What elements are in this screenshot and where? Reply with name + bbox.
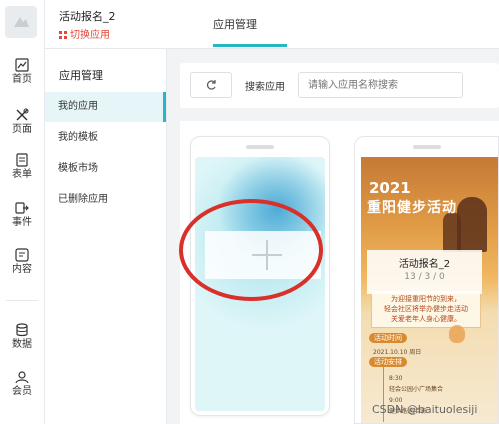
- nav-item-my-apps[interactable]: 我的应用: [45, 92, 166, 122]
- rail-label-content: 内容: [12, 264, 32, 275]
- step1-time: 8:30: [389, 375, 403, 382]
- time-pill: 活动时间: [369, 333, 407, 343]
- phone-notch: [246, 145, 274, 149]
- rail-item-forms[interactable]: 表单: [0, 153, 44, 181]
- rail-label-events: 事件: [12, 217, 32, 228]
- balloon-icon: [449, 325, 465, 343]
- event-date: 2021.10.10 周日: [373, 349, 422, 356]
- search-input[interactable]: [298, 72, 463, 98]
- rail-label-data: 数据: [12, 339, 32, 350]
- grid-icon: [59, 31, 67, 39]
- poster-description: 为迎接重阳节的到来， 轻会社区将举办健步走活动 关爱老年人身心健康。: [384, 295, 468, 323]
- nav-item-deleted-apps[interactable]: 已删除应用: [45, 185, 166, 215]
- active-tab-indicator: [213, 44, 287, 47]
- switch-app-link[interactable]: 切换应用: [59, 26, 110, 41]
- side-nav: 应用管理 我的应用 我的模板 模板市场 已删除应用: [45, 49, 167, 424]
- rail-label-home: 首页: [12, 74, 32, 85]
- plan-pill: 活动安排: [369, 357, 407, 367]
- rail-item-members[interactable]: 会员: [0, 370, 44, 398]
- rail-item-home[interactable]: 首页: [0, 58, 44, 86]
- nav-item-template-market[interactable]: 模板市场: [45, 154, 166, 184]
- tab-app-management[interactable]: 应用管理: [213, 16, 257, 32]
- rail-item-events[interactable]: 事件: [0, 201, 44, 229]
- rail-label-members: 会员: [12, 386, 32, 397]
- app-logo[interactable]: [5, 6, 37, 38]
- top-bar: 活动报名_2 切换应用 应用管理: [45, 0, 499, 49]
- left-rail: 首页 页面 表单 事件 内容 数据 会员: [0, 0, 45, 424]
- app-card[interactable]: 2021 重阳健步活动 为迎接重阳节的到来， 轻会社区将举办健步走活动 关爱老年…: [354, 136, 499, 424]
- step1-text: 轻会公园小广场集合: [389, 386, 444, 393]
- search-label: 搜索应用: [245, 82, 285, 93]
- search-toolbar: 搜索应用: [180, 63, 499, 108]
- rail-item-data[interactable]: 数据: [0, 323, 44, 351]
- event-icon: [15, 202, 29, 214]
- nav-item-my-templates[interactable]: 我的模板: [45, 123, 166, 153]
- rail-label-forms: 表单: [12, 169, 32, 180]
- phone-notch: [412, 145, 441, 149]
- rail-item-content[interactable]: 内容: [0, 248, 44, 276]
- form-icon: [16, 153, 28, 167]
- rail-label-pages: 页面: [12, 124, 32, 135]
- rail-item-pages[interactable]: 页面: [0, 108, 44, 136]
- poster-description-box: 为迎接重阳节的到来， 轻会社区将举办健步走活动 关爱老年人身心健康。: [371, 290, 481, 328]
- refresh-icon: [207, 80, 216, 90]
- annotation-ellipse: [179, 199, 323, 301]
- current-app-name: 活动报名_2: [59, 10, 116, 23]
- rail-divider: [6, 300, 38, 301]
- side-nav-title: 应用管理: [59, 69, 103, 82]
- poster-year: 2021: [369, 179, 411, 197]
- content-icon: [15, 248, 29, 262]
- user-icon: [15, 371, 29, 384]
- tools-icon: [16, 108, 29, 121]
- chart-icon: [15, 58, 29, 72]
- watermark: CSDN @baituolesiji: [372, 403, 478, 416]
- app-card-name: 活动报名_2: [398, 259, 451, 270]
- app-info-overlay: 活动报名_2 13 / 3 / 0: [367, 250, 482, 294]
- database-icon: [16, 323, 28, 337]
- refresh-button[interactable]: [190, 72, 232, 98]
- app-card-counts: 13 / 3 / 0: [404, 272, 445, 282]
- poster-title: 重阳健步活动: [367, 200, 457, 216]
- switch-app-label: 切换应用: [70, 30, 110, 41]
